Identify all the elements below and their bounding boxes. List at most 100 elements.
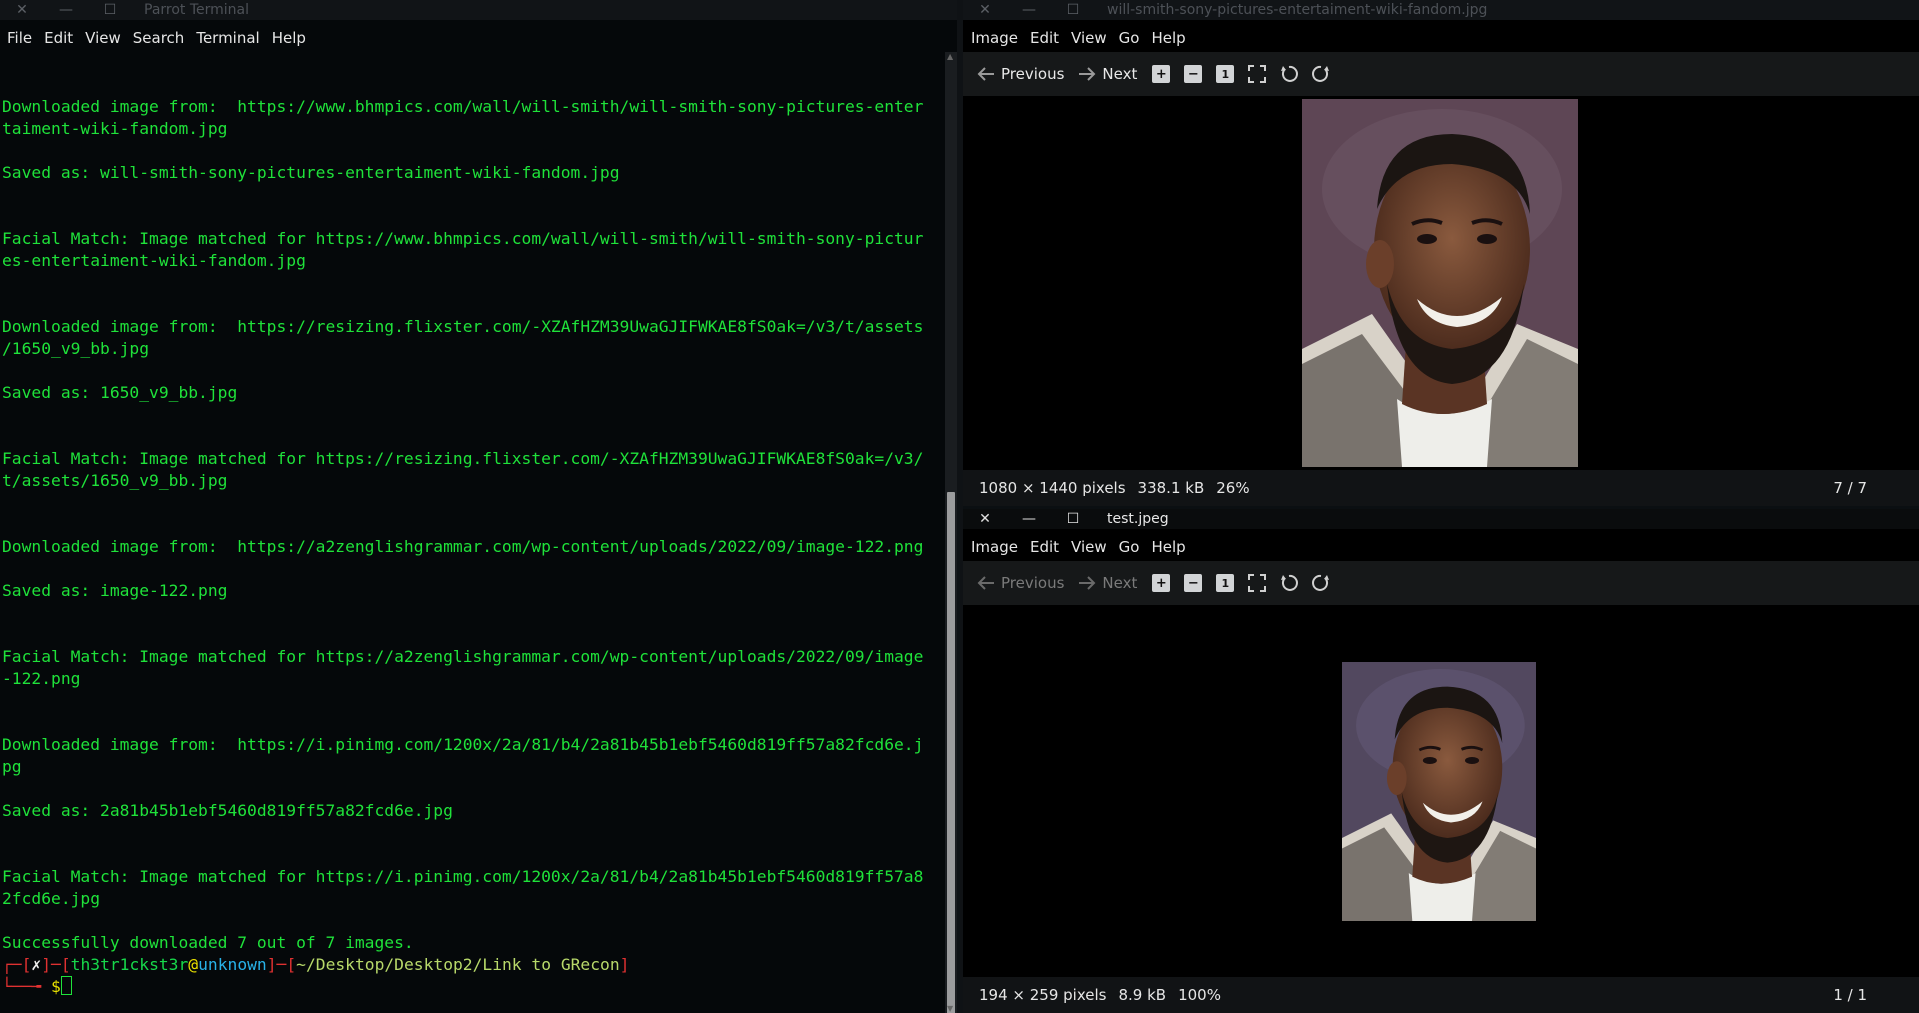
prompt-status: ✗ [31, 955, 42, 974]
menu-edit[interactable]: Edit [1024, 29, 1065, 47]
menu-go[interactable]: Go [1113, 538, 1146, 556]
prompt-line: ┌─[✗]─[th3tr1ckst3r@unknown]─[~/Desktop/… [2, 954, 940, 976]
fullscreen-button[interactable] [1247, 64, 1267, 84]
rotate-left-icon [1281, 65, 1299, 82]
next-label: Next [1102, 65, 1138, 83]
menu-help[interactable]: Help [1145, 29, 1191, 47]
image-filesize: 338.1 kB [1137, 479, 1205, 497]
zoom-out-button[interactable]: − [1183, 64, 1203, 84]
terminal-menubar: File Edit View Search Terminal Help [1, 24, 312, 51]
zoom-in-button[interactable]: + [1151, 64, 1171, 84]
displayed-image[interactable] [1302, 99, 1578, 467]
prompt-path: ~/Desktop/Desktop2/Link to GRecon [296, 955, 620, 974]
menu-image[interactable]: Image [965, 29, 1024, 47]
terminal-line: pg [2, 757, 22, 776]
zoom-level: 26% [1216, 479, 1250, 497]
zoom-normal-icon: 1 [1216, 574, 1235, 592]
viewer-top-menubar: Image Edit View Go Help [965, 24, 1192, 51]
menu-edit[interactable]: Edit [1024, 538, 1065, 556]
maximize-icon[interactable]: ☐ [1051, 509, 1095, 529]
fullscreen-button[interactable] [1247, 573, 1267, 593]
rotate-left-button[interactable] [1279, 64, 1299, 84]
terminal-line: Downloaded image from: https://a2zenglis… [2, 537, 924, 556]
prompt-username: th3tr1ckst3r [70, 955, 189, 974]
terminal-line: t/assets/1650_v9_bb.jpg [2, 471, 228, 490]
zoom-normal-button[interactable]: 1 [1215, 573, 1235, 593]
menu-file[interactable]: File [1, 29, 38, 47]
maximize-icon[interactable]: ☐ [1051, 0, 1095, 20]
terminal-title: Parrot Terminal [144, 2, 250, 18]
close-icon[interactable]: ✕ [963, 509, 1007, 529]
close-icon[interactable]: ✕ [0, 0, 44, 20]
terminal-line: es-entertaiment-wiki-fandom.jpg [2, 251, 306, 270]
menu-terminal[interactable]: Terminal [190, 29, 265, 47]
minimize-icon[interactable]: — [44, 0, 88, 20]
displayed-image[interactable] [1342, 662, 1536, 921]
image-dimensions: 194 × 259 pixels [979, 986, 1107, 1004]
menu-view[interactable]: View [79, 29, 127, 47]
previous-button[interactable]: Previous [977, 574, 1064, 592]
terminal-scrollbar[interactable]: ▲ ▼ [945, 52, 957, 1013]
scroll-up-icon[interactable]: ▲ [947, 52, 953, 61]
rotate-left-button[interactable] [1279, 573, 1299, 593]
menu-search[interactable]: Search [127, 29, 191, 47]
terminal-output[interactable]: Downloaded image from: https://www.bhmpi… [2, 96, 940, 998]
prompt-bracket: ]─[ [41, 955, 71, 974]
prompt-corner: └──╼ [2, 977, 52, 996]
scrollbar-thumb[interactable] [947, 492, 955, 1013]
prompt-bracket: ] [619, 955, 630, 974]
viewer-bottom-title: test.jpeg [1107, 511, 1169, 527]
menu-help[interactable]: Help [1145, 538, 1191, 556]
zoom-in-button[interactable]: + [1151, 573, 1171, 593]
previous-button[interactable]: Previous [977, 65, 1064, 83]
rotate-right-button[interactable] [1311, 573, 1331, 593]
maximize-icon[interactable]: ☐ [88, 0, 132, 20]
minimize-icon[interactable]: — [1007, 509, 1051, 529]
menu-edit[interactable]: Edit [38, 29, 79, 47]
image-filesize: 8.9 kB [1118, 986, 1167, 1004]
image-viewer-top: ✕ — ☐ will-smith-sony-pictures-entertaim… [963, 0, 1919, 506]
zoom-in-icon: + [1152, 574, 1171, 592]
portrait-photo [1342, 662, 1536, 921]
menu-view[interactable]: View [1065, 29, 1113, 47]
viewer-bottom-menubar: Image Edit View Go Help [965, 533, 1192, 560]
image-viewer-bottom: ✕ — ☐ test.jpeg Image Edit View Go Help … [963, 509, 1919, 1013]
terminal-line: Facial Match: Image matched for https://… [2, 647, 924, 666]
menu-image[interactable]: Image [965, 538, 1024, 556]
zoom-normal-button[interactable]: 1 [1215, 64, 1235, 84]
minimize-icon[interactable]: — [1007, 0, 1051, 20]
menu-help[interactable]: Help [266, 29, 312, 47]
terminal-line: Saved as: image-122.png [2, 581, 228, 600]
next-button[interactable]: Next [1078, 574, 1137, 592]
menu-go[interactable]: Go [1113, 29, 1146, 47]
previous-label: Previous [1001, 574, 1065, 592]
rotate-right-button[interactable] [1311, 64, 1331, 84]
terminal-line: Downloaded image from: https://www.bhmpi… [2, 97, 924, 116]
next-button[interactable]: Next [1078, 65, 1137, 83]
close-icon[interactable]: ✕ [963, 0, 1007, 20]
menu-view[interactable]: View [1065, 538, 1113, 556]
scroll-down-icon[interactable]: ▼ [947, 1004, 953, 1013]
terminal-cursor[interactable] [60, 976, 72, 995]
fullscreen-icon [1248, 574, 1267, 592]
terminal-line: /1650_v9_bb.jpg [2, 339, 150, 358]
terminal-line: Saved as: 1650_v9_bb.jpg [2, 383, 238, 402]
zoom-level: 100% [1178, 986, 1221, 1004]
terminal-line: Saved as: 2a81b45b1ebf5460d819ff57a82fcd… [2, 801, 453, 820]
zoom-out-button[interactable]: − [1183, 573, 1203, 593]
zoom-in-icon: + [1152, 65, 1171, 83]
portrait-photo [1302, 99, 1578, 467]
prompt-input-line[interactable]: └──╼ $ [2, 976, 940, 998]
terminal-line: Facial Match: Image matched for https://… [2, 867, 924, 886]
terminal-line: 2fcd6e.jpg [2, 889, 101, 908]
